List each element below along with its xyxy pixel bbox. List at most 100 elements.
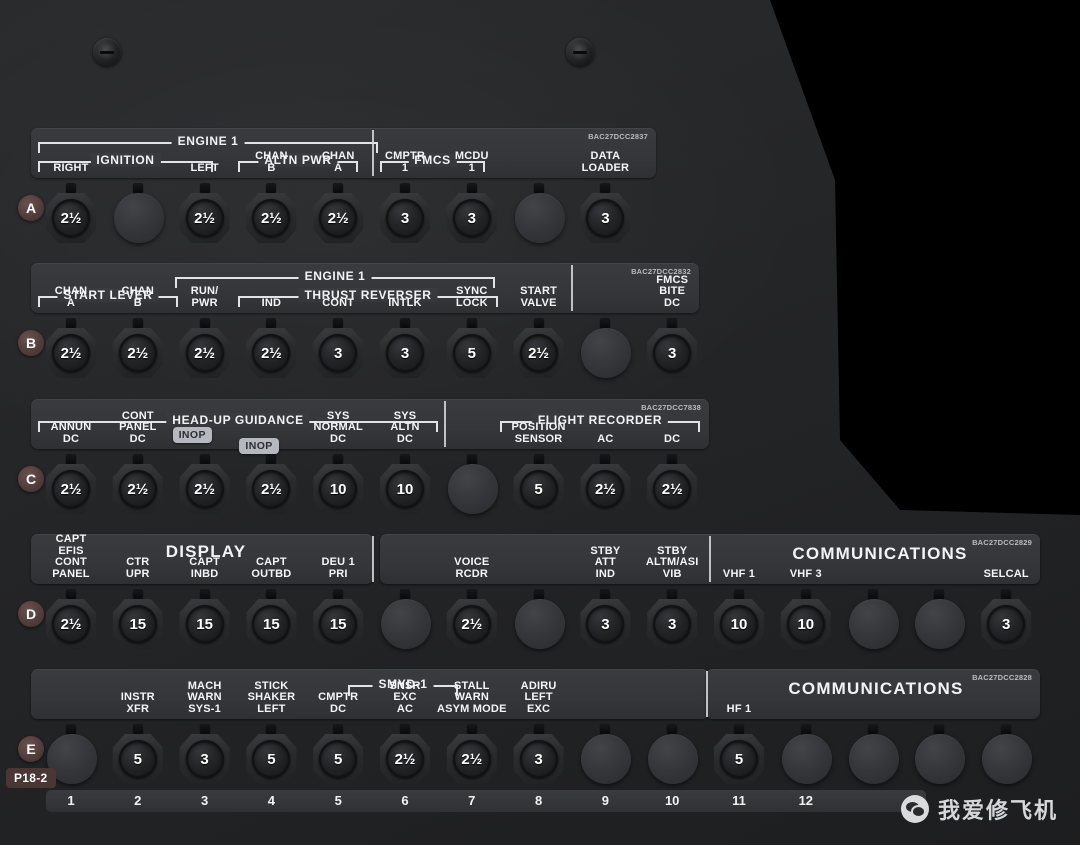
circuit-breaker-d7[interactable]: 2½ (444, 589, 500, 655)
circuit-breaker-b6[interactable]: 3 (377, 318, 433, 384)
breaker-rating: 3 (200, 752, 208, 767)
circuit-breaker-c1[interactable]: 2½ (43, 454, 99, 520)
circuit-breaker-c6[interactable]: 10 (377, 454, 433, 520)
circuit-breaker-e3[interactable]: 3 (177, 724, 233, 790)
circuit-breaker-c2[interactable]: 2½ (110, 454, 166, 520)
circuit-breaker-c4[interactable]: 2½ (243, 454, 299, 520)
circuit-breaker-e8[interactable]: 3 (511, 724, 567, 790)
breaker-cap[interactable]: 5 (319, 740, 357, 778)
breaker-label: STARTVALVE (489, 286, 589, 309)
breaker-nub (600, 724, 610, 734)
breaker-cap[interactable]: 10 (720, 605, 758, 643)
circuit-breaker-a6[interactable]: 3 (377, 183, 433, 249)
breaker-cap[interactable]: 2½ (453, 740, 491, 778)
circuit-breaker-b10[interactable]: 3 (644, 318, 700, 384)
breaker-cap[interactable]: 2½ (52, 334, 90, 372)
circuit-breaker-c10[interactable]: 2½ (644, 454, 700, 520)
circuit-breaker-c8[interactable]: 5 (511, 454, 567, 520)
circuit-breaker-d3[interactable]: 15 (177, 589, 233, 655)
breaker-nub (467, 724, 477, 734)
circuit-breaker-e2[interactable]: 5 (110, 724, 166, 790)
circuit-breaker-b4[interactable]: 2½ (243, 318, 299, 384)
circuit-breaker-d9[interactable]: 3 (577, 589, 633, 655)
breaker-cap[interactable]: 15 (319, 605, 357, 643)
breaker-cap[interactable]: 3 (520, 740, 558, 778)
breaker-cap[interactable]: 2½ (52, 470, 90, 508)
breaker-rating: 15 (129, 617, 146, 632)
blank-cap (849, 734, 899, 784)
plate-part-number: BAC27DCC7838 (641, 403, 701, 412)
circuit-breaker-b5[interactable]: 3 (310, 318, 366, 384)
watermark-text: 我爱修飞机 (938, 793, 1058, 825)
breaker-cap[interactable]: 2½ (52, 605, 90, 643)
breaker-nub (600, 454, 610, 464)
breaker-cap[interactable]: 2½ (653, 470, 691, 508)
breaker-cap[interactable]: 3 (186, 740, 224, 778)
blank-position-e13 (845, 724, 901, 790)
breaker-cap[interactable]: 2½ (186, 334, 224, 372)
breaker-cap[interactable]: 3 (653, 605, 691, 643)
breaker-cap[interactable]: 2½ (453, 605, 491, 643)
breaker-nub (333, 183, 343, 193)
circuit-breaker-e7[interactable]: 2½ (444, 724, 500, 790)
circuit-breaker-e11[interactable]: 5 (711, 724, 767, 790)
breaker-cap[interactable]: 2½ (52, 199, 90, 237)
circuit-breaker-d15[interactable]: 3 (978, 589, 1034, 655)
circuit-breaker-a3[interactable]: 2½ (177, 183, 233, 249)
breaker-cap[interactable]: 10 (319, 470, 357, 508)
breaker-cap[interactable]: 3 (386, 334, 424, 372)
circuit-breaker-e4[interactable]: 5 (243, 724, 299, 790)
circuit-breaker-c3[interactable]: 2½ (177, 454, 233, 520)
breaker-cap[interactable]: 15 (119, 605, 157, 643)
breaker-cap[interactable]: 5 (720, 740, 758, 778)
circuit-breaker-d2[interactable]: 15 (110, 589, 166, 655)
breaker-cap[interactable]: 2½ (520, 334, 558, 372)
breaker-nub (534, 454, 544, 464)
circuit-breaker-b7[interactable]: 5 (444, 318, 500, 384)
breaker-cap[interactable]: 3 (319, 334, 357, 372)
breaker-cap[interactable]: 2½ (186, 199, 224, 237)
circuit-breaker-b3[interactable]: 2½ (177, 318, 233, 384)
breaker-cap[interactable]: 2½ (119, 470, 157, 508)
circuit-breaker-d10[interactable]: 3 (644, 589, 700, 655)
breaker-cap[interactable]: 3 (453, 199, 491, 237)
circuit-breaker-d4[interactable]: 15 (243, 589, 299, 655)
group-bracket-label: ENGINE 1 (299, 269, 372, 283)
breaker-nub (400, 724, 410, 734)
breaker-cap[interactable]: 2½ (119, 334, 157, 372)
breaker-cap[interactable]: 5 (119, 740, 157, 778)
circuit-breaker-a4[interactable]: 2½ (243, 183, 299, 249)
breaker-nub (200, 183, 210, 193)
circuit-breaker-d11[interactable]: 10 (711, 589, 767, 655)
circuit-breaker-c9[interactable]: 2½ (577, 454, 633, 520)
breaker-cap[interactable]: 10 (787, 605, 825, 643)
breaker-cap[interactable]: 3 (653, 334, 691, 372)
breaker-nub (266, 724, 276, 734)
breaker-rating: 5 (735, 752, 743, 767)
breaker-cap[interactable]: 2½ (319, 199, 357, 237)
breaker-cap[interactable]: 2½ (386, 740, 424, 778)
breaker-cap[interactable]: 3 (386, 199, 424, 237)
breaker-cap[interactable]: 15 (186, 605, 224, 643)
circuit-breaker-d1[interactable]: 2½ (43, 589, 99, 655)
circuit-breaker-e5[interactable]: 5 (310, 724, 366, 790)
circuit-breaker-d12[interactable]: 10 (778, 589, 834, 655)
breaker-nub (467, 589, 477, 599)
breaker-cap[interactable]: 2½ (186, 470, 224, 508)
circuit-breaker-a5[interactable]: 2½ (310, 183, 366, 249)
circuit-breaker-d5[interactable]: 15 (310, 589, 366, 655)
circuit-breaker-a7[interactable]: 3 (444, 183, 500, 249)
circuit-breaker-b1[interactable]: 2½ (43, 318, 99, 384)
breaker-cap[interactable]: 5 (520, 470, 558, 508)
circuit-breaker-b2[interactable]: 2½ (110, 318, 166, 384)
breaker-cap[interactable]: 10 (386, 470, 424, 508)
circuit-breaker-a1[interactable]: 2½ (43, 183, 99, 249)
breaker-cap[interactable]: 5 (453, 334, 491, 372)
column-number: 1 (51, 790, 91, 812)
breaker-nub (333, 724, 343, 734)
circuit-breaker-c5[interactable]: 10 (310, 454, 366, 520)
circuit-breaker-e6[interactable]: 2½ (377, 724, 433, 790)
circuit-breaker-a9[interactable]: 3 (577, 183, 633, 249)
breaker-cap[interactable]: 3 (987, 605, 1025, 643)
circuit-breaker-b8[interactable]: 2½ (511, 318, 567, 384)
